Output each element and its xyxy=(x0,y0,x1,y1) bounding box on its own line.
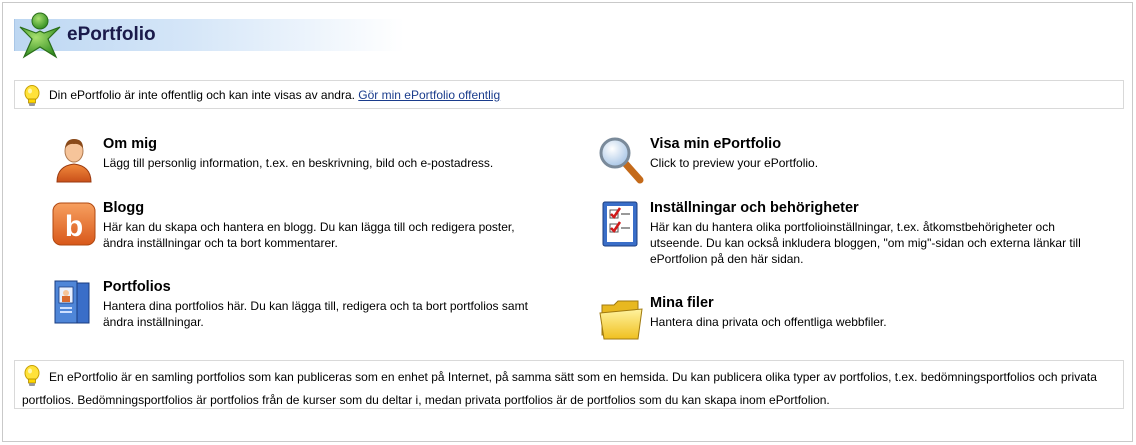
svg-text:b: b xyxy=(65,210,83,243)
portfolios-item[interactable]: Portfolios Hantera dina portfolios här. … xyxy=(51,279,571,329)
lightbulb-icon xyxy=(24,85,40,106)
checklist-icon xyxy=(602,201,638,247)
info-notice: En ePortfolio är en samling portfolios s… xyxy=(14,360,1124,409)
folder-icon xyxy=(599,300,643,340)
blogg-description: Här kan du skapa och hantera en blogg. D… xyxy=(103,220,515,250)
visa-description: Click to preview your ePortfolio. xyxy=(650,156,819,170)
om-mig-title[interactable]: Om mig xyxy=(103,136,157,152)
magnifier-icon xyxy=(599,137,644,184)
page-title: ePortfolio xyxy=(67,24,156,45)
eportfolio-panel: ePortfolio Din ePortfolio är inte offent… xyxy=(2,2,1133,442)
mina-filer-description: Hantera dina privata och offentliga webb… xyxy=(650,315,887,329)
page-header: ePortfolio xyxy=(3,3,1134,63)
installningar-title[interactable]: Inställningar och behörigheter xyxy=(650,200,859,216)
blogg-item[interactable]: b Blogg Här kan du skapa och hantera en … xyxy=(51,200,571,250)
visa-min-eportfolio-item[interactable]: Visa min ePortfolio Click to preview you… xyxy=(598,136,1118,186)
blog-icon: b xyxy=(52,202,96,246)
portfolios-description: Hantera dina portfolios här. Du kan lägg… xyxy=(103,299,528,329)
info-text: En ePortfolio är en samling portfolios s… xyxy=(22,370,1097,407)
user-icon xyxy=(56,139,92,183)
om-mig-description: Lägg till personlig information, t.ex. e… xyxy=(103,156,494,170)
person-star-icon xyxy=(19,12,61,59)
portfolios-title[interactable]: Portfolios xyxy=(103,279,171,295)
mina-filer-item[interactable]: Mina filer Hantera dina privata och offe… xyxy=(598,295,1118,345)
om-mig-item[interactable]: Om mig Lägg till personlig information, … xyxy=(51,136,571,186)
mina-filer-title[interactable]: Mina filer xyxy=(650,295,714,311)
public-status-notice: Din ePortfolio är inte offentlig och kan… xyxy=(14,80,1124,109)
blogg-title[interactable]: Blogg xyxy=(103,200,144,216)
installningar-item[interactable]: Inställningar och behörigheter Här kan d… xyxy=(598,200,1118,270)
portfolio-binders-icon xyxy=(54,280,90,324)
notice-text: Din ePortfolio är inte offentlig och kan… xyxy=(49,88,359,102)
visa-title[interactable]: Visa min ePortfolio xyxy=(650,136,781,152)
make-public-link[interactable]: Gör min ePortfolio offentlig xyxy=(358,88,500,102)
installningar-description: Här kan du hantera olika portfolioinstäl… xyxy=(650,220,1081,266)
